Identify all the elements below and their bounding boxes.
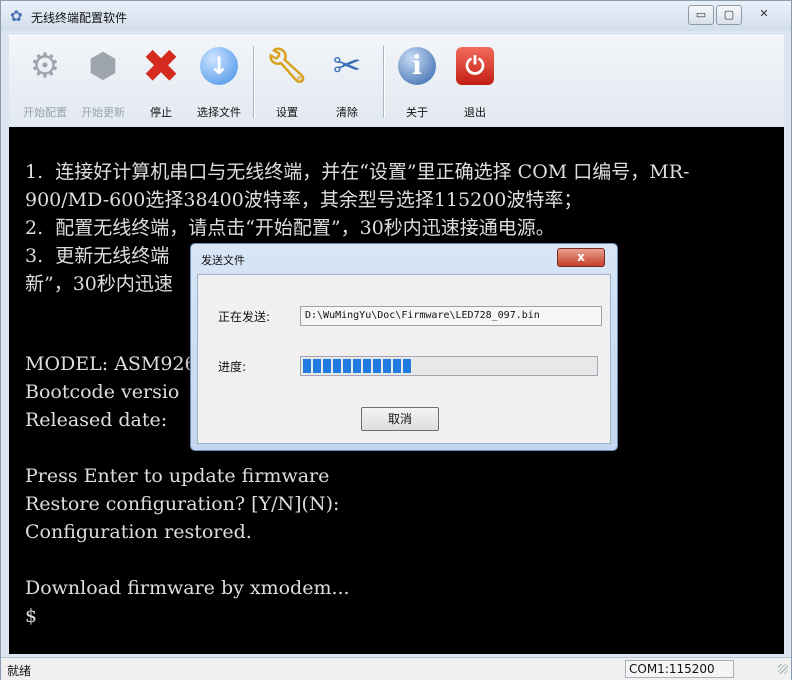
wrench-icon: 🔧︎ bbox=[265, 46, 309, 86]
send-file-dialog: 发送文件 x 正在发送: D:\WuMingYu\Doc\Firmware\LE… bbox=[190, 243, 618, 451]
window-title: 无线终端配置软件 bbox=[31, 11, 128, 25]
dialog-close-button[interactable]: x bbox=[557, 248, 605, 267]
sending-label: 正在发送: bbox=[218, 310, 271, 324]
app-gear-icon: ✿ bbox=[10, 7, 23, 25]
console-line: 新”，30秒内迅速 bbox=[25, 273, 173, 295]
settings-button[interactable]: 🔧︎ 设置 bbox=[261, 40, 313, 122]
start-update-label: 开始更新 bbox=[81, 106, 125, 119]
console-line: Restore configuration? [Y/N](N): bbox=[25, 493, 340, 515]
select-file-label: 选择文件 bbox=[197, 106, 241, 119]
file-path-field: D:\WuMingYu\Doc\Firmware\LED728_097.bin bbox=[300, 306, 602, 326]
console-line: Bootcode versio bbox=[25, 381, 180, 403]
clear-label: 清除 bbox=[336, 106, 358, 119]
stop-label: 停止 bbox=[150, 106, 172, 119]
start-update-button[interactable]: ⬢ 开始更新 bbox=[77, 40, 129, 122]
cancel-button[interactable]: 取消 bbox=[361, 407, 439, 431]
status-text: 就绪 bbox=[7, 664, 32, 678]
exit-label: 退出 bbox=[464, 106, 486, 119]
status-bar: 就绪 COM1:115200 bbox=[1, 657, 791, 680]
console-line: Configuration restored. bbox=[25, 521, 252, 543]
info-icon: i bbox=[395, 44, 439, 88]
power-icon: ⏻ bbox=[453, 44, 497, 88]
box-arrow-icon: ⬢ bbox=[88, 46, 118, 86]
download-arrow-icon: ↓ bbox=[197, 44, 241, 88]
console-line: Released date: bbox=[25, 409, 174, 431]
minimize-button[interactable]: ▭ bbox=[688, 5, 714, 25]
title-bar: ✿ 无线终端配置软件 ▭ ▢ ✕ bbox=[1, 1, 791, 31]
clear-button[interactable]: ✂ 清除 bbox=[321, 40, 373, 122]
progress-fill bbox=[303, 359, 411, 373]
console-line: 900/MD-600选择38400波特率，其余型号选择115200波特率； bbox=[25, 189, 583, 211]
scissors-icon: ✂ bbox=[332, 46, 362, 86]
dialog-body: 正在发送: D:\WuMingYu\Doc\Firmware\LED728_09… bbox=[197, 274, 611, 444]
console-line: 1. 连接好计算机串口与无线终端，并在“设置”里正确选择 COM 口编号，MR- bbox=[25, 161, 690, 183]
console-line: Press Enter to update firmware bbox=[25, 465, 330, 487]
console-prompt: $ bbox=[25, 605, 38, 627]
exit-button[interactable]: ⏻ 退出 bbox=[449, 40, 501, 122]
stop-button[interactable]: ✖ 停止 bbox=[135, 39, 187, 122]
about-button[interactable]: i 关于 bbox=[391, 40, 443, 122]
start-config-label: 开始配置 bbox=[23, 106, 67, 119]
gears-icon: ⚙ bbox=[29, 46, 61, 86]
com-port-status: COM1:115200 bbox=[625, 660, 734, 678]
progress-label: 进度: bbox=[218, 360, 247, 374]
toolbar: ⚙ 开始配置 ⬢ 开始更新 ✖ 停止 ↓ 选择文件 🔧︎ 设置 ✂ 清除 i 关… bbox=[9, 35, 784, 126]
resize-grip-icon[interactable] bbox=[778, 664, 788, 674]
maximize-button[interactable]: ▢ bbox=[716, 5, 742, 25]
progress-bar bbox=[300, 356, 598, 376]
console-line: Download firmware by xmodem... bbox=[25, 577, 350, 599]
start-config-button[interactable]: ⚙ 开始配置 bbox=[19, 40, 71, 122]
console-line: 2. 配置无线终端，请点击“开始配置”，30秒内迅速接通电源。 bbox=[25, 217, 555, 239]
select-file-button[interactable]: ↓ 选择文件 bbox=[193, 40, 245, 122]
close-button[interactable]: ✕ bbox=[744, 5, 784, 23]
dialog-title: 发送文件 bbox=[201, 254, 245, 267]
about-label: 关于 bbox=[406, 106, 428, 119]
settings-label: 设置 bbox=[276, 106, 298, 119]
red-x-icon: ✖ bbox=[141, 39, 181, 93]
